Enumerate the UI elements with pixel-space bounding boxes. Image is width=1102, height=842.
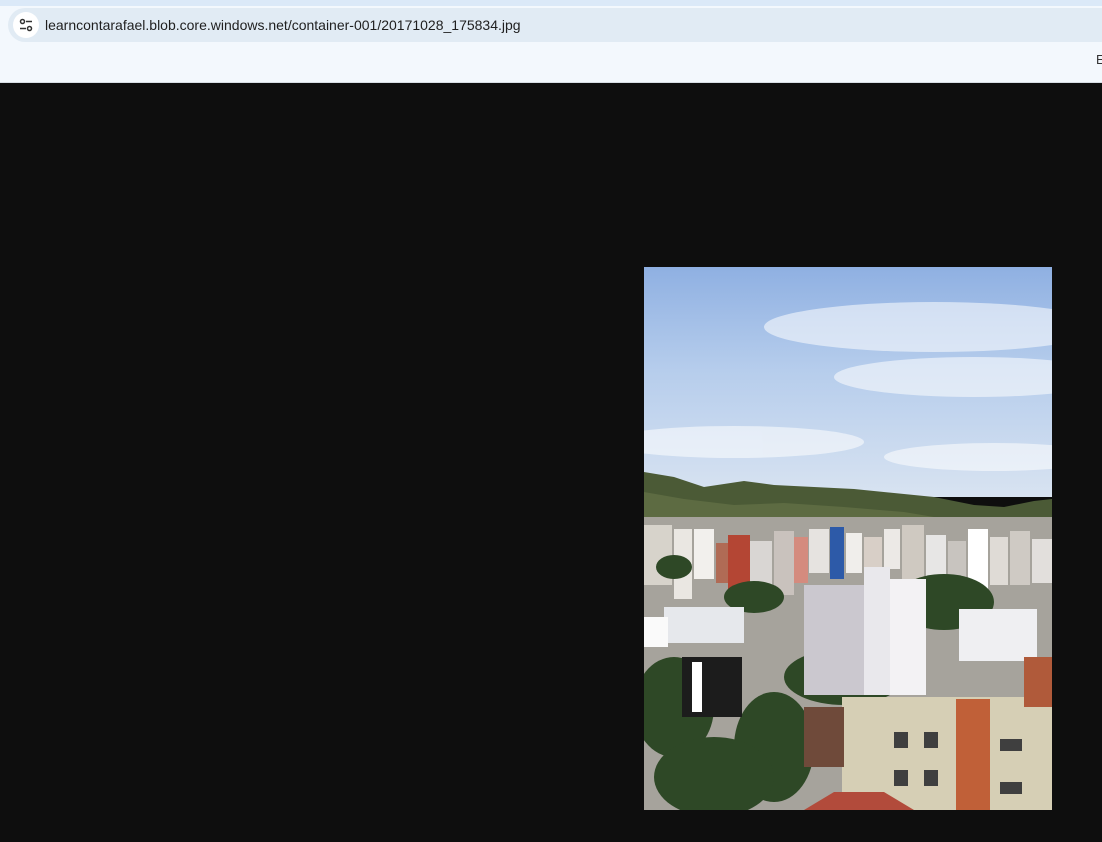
tab-strip-edge: [0, 0, 1102, 6]
image-viewer: [0, 83, 1102, 842]
site-info-button[interactable]: [13, 12, 39, 38]
city-skyline-photo[interactable]: [644, 267, 1052, 810]
browser-chrome: learncontarafael.blob.core.windows.net/c…: [0, 0, 1102, 83]
tune-icon: [19, 18, 33, 32]
url-text[interactable]: learncontarafael.blob.core.windows.net/c…: [45, 8, 521, 42]
address-bar[interactable]: learncontarafael.blob.core.windows.net/c…: [8, 8, 1102, 42]
bookmarks-bar-item[interactable]: E: [1096, 52, 1102, 67]
